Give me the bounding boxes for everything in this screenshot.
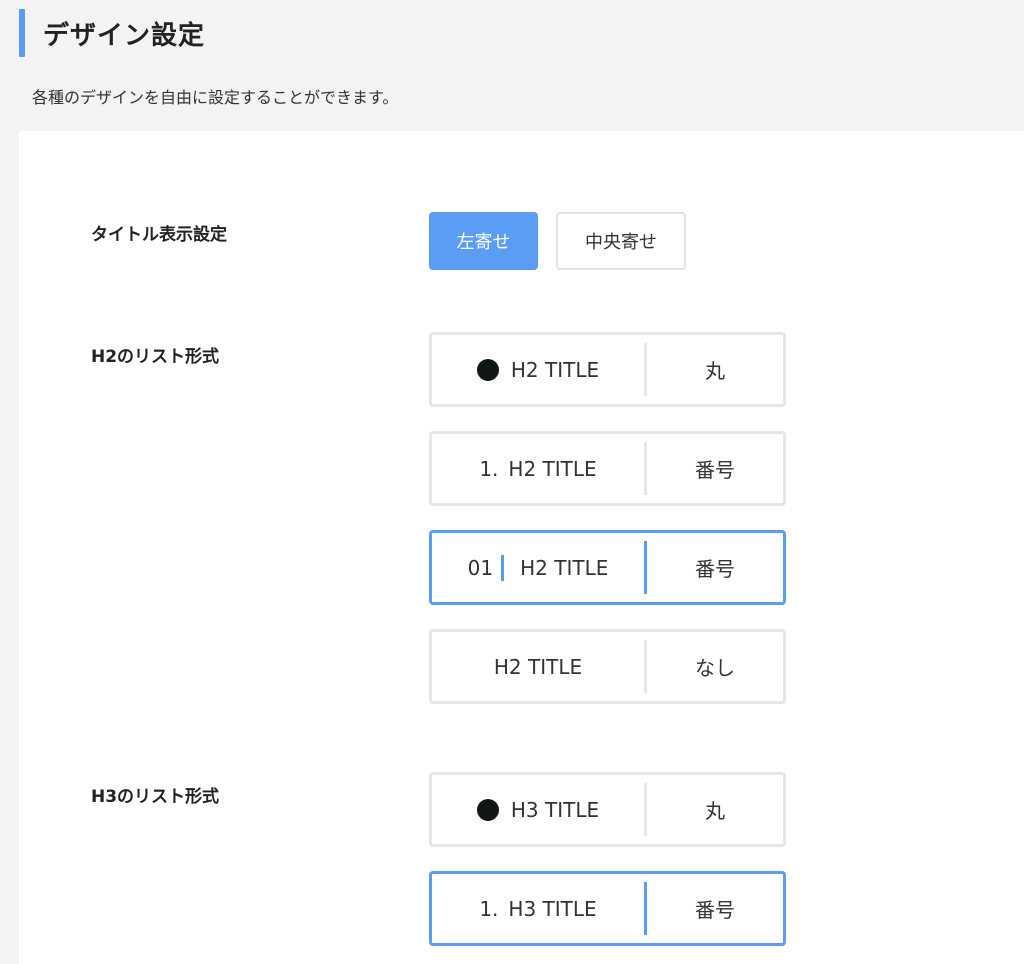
option-name: 丸 <box>705 359 725 383</box>
h2-option-dot-preview: H2 TITLE <box>432 335 644 404</box>
option-name: なし <box>695 656 735 680</box>
align-center-button[interactable]: 中央寄せ <box>556 212 686 270</box>
h3-option-number-preview: 1. H3 TITLE <box>432 874 644 943</box>
h3-option-number[interactable]: 1. H3 TITLE 番号 <box>429 871 786 946</box>
h3-option-dot[interactable]: H3 TITLE 丸 <box>429 772 786 847</box>
number-separator-bar <box>501 554 505 581</box>
page-title: デザイン設定 <box>43 20 206 51</box>
h2-option-none-preview: H2 TITLE <box>432 632 644 701</box>
title-display-label: タイトル表示設定 <box>91 225 227 245</box>
h2-option-number-preview: 1. H2 TITLE <box>432 434 644 503</box>
number-marker: 01 <box>467 555 494 580</box>
option-title: H2 TITLE <box>520 555 609 580</box>
settings-card: タイトル表示設定 左寄せ 中央寄せ H2のリスト形式 H2 TITLE 丸 1.… <box>19 131 1024 964</box>
h2-option-none[interactable]: H2 TITLE なし <box>429 629 786 704</box>
option-title: H3 TITLE <box>510 797 600 822</box>
option-name: 丸 <box>705 799 725 823</box>
h2-list-label: H2のリスト形式 <box>91 347 220 367</box>
h2-option-dot[interactable]: H2 TITLE 丸 <box>429 332 786 407</box>
option-title: H3 TITLE <box>508 896 597 921</box>
header-accent-bar <box>19 9 25 57</box>
option-title: H2 TITLE <box>493 654 583 679</box>
h2-option-number-boxed[interactable]: 01 H2 TITLE 番号 <box>429 530 786 605</box>
number-marker: 1. <box>479 896 499 921</box>
number-marker: 1. <box>479 456 499 481</box>
option-title: H2 TITLE <box>508 456 597 481</box>
option-name: 番号 <box>695 557 735 581</box>
h3-option-dot-preview: H3 TITLE <box>432 775 644 844</box>
h2-option-number-boxed-preview: 01 H2 TITLE <box>432 533 644 602</box>
option-name: 番号 <box>695 898 735 922</box>
align-left-button[interactable]: 左寄せ <box>429 212 538 270</box>
page-description: 各種のデザインを自由に設定することができます。 <box>32 88 399 107</box>
page-header: デザイン設定 <box>19 9 205 57</box>
bullet-dot-icon <box>476 798 499 821</box>
h2-option-number[interactable]: 1. H2 TITLE 番号 <box>429 431 786 506</box>
option-name: 番号 <box>695 458 735 482</box>
bullet-dot-icon <box>476 358 499 381</box>
option-title: H2 TITLE <box>510 357 600 382</box>
h3-list-label: H3のリスト形式 <box>91 787 220 807</box>
